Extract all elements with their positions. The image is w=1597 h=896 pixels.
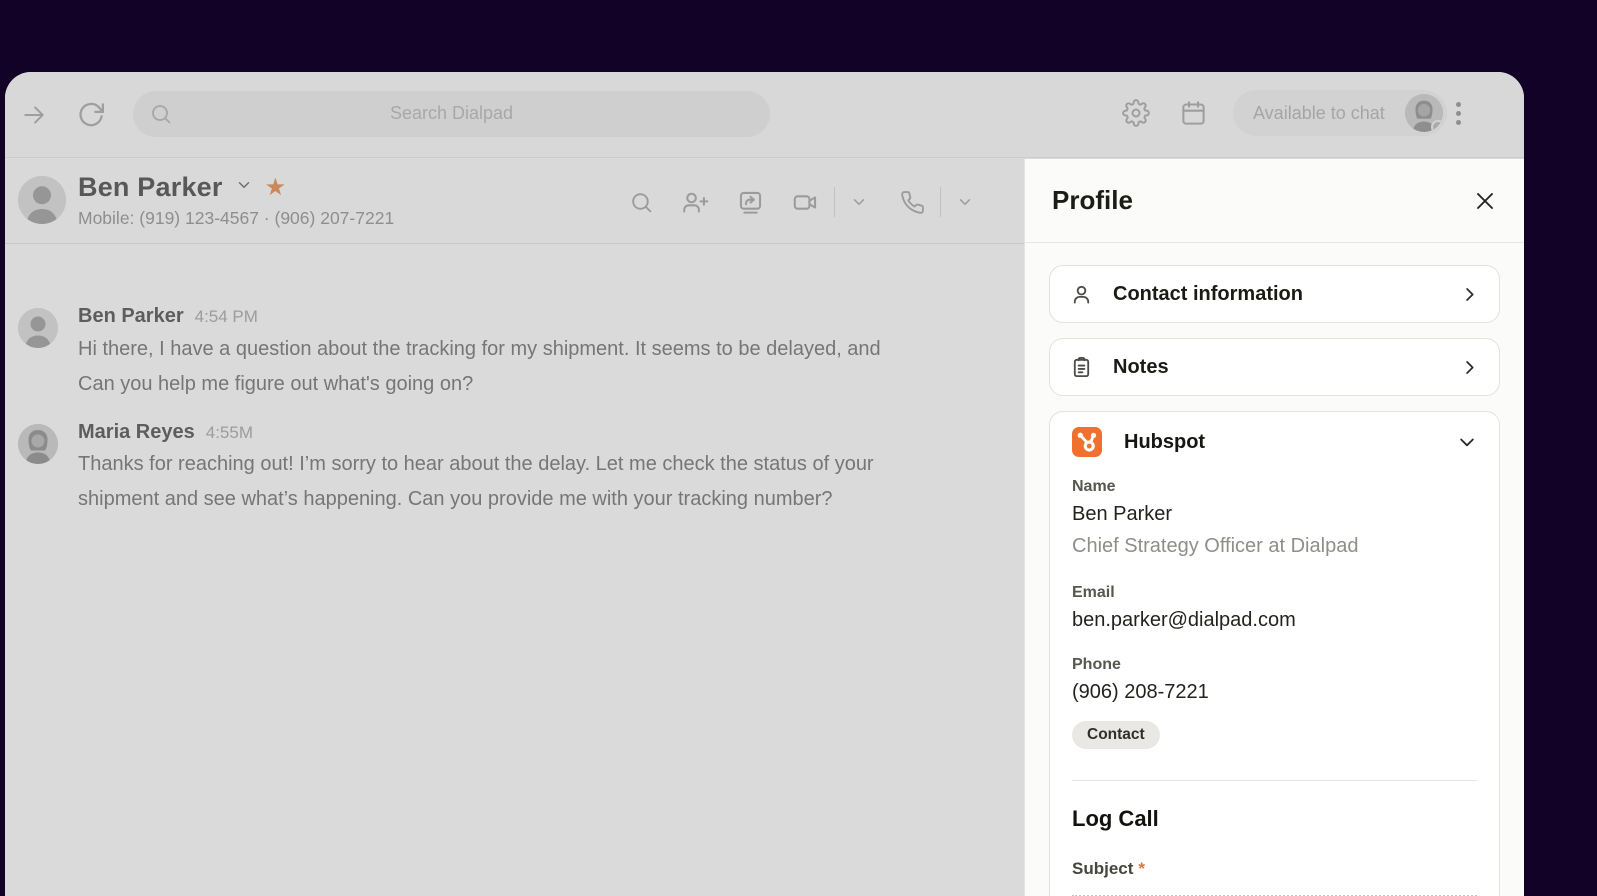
field-value-name: Ben Parker — [1072, 503, 1173, 525]
profile-panel-header: Profile — [1025, 159, 1524, 243]
app-window: Search Dialpad Available to chat Ben Par… — [5, 72, 1524, 896]
search-input[interactable]: Search Dialpad — [133, 91, 770, 137]
divider — [1072, 780, 1477, 781]
call-options-chevron-icon[interactable] — [956, 193, 974, 211]
overflow-menu-icon[interactable] — [1456, 102, 1461, 125]
subject-label: Subject — [1072, 859, 1134, 878]
chevron-down-icon[interactable] — [235, 176, 253, 199]
contact-phone-line: Mobile: (919) 123-4567 · (906) 207-7221 — [78, 208, 395, 228]
chevron-right-icon — [1460, 358, 1479, 377]
message-avatar — [18, 424, 58, 464]
video-options-chevron-icon[interactable] — [850, 193, 868, 211]
profile-panel: Profile Contact information Notes Hubspo… — [1024, 159, 1524, 896]
notes-card[interactable]: Notes — [1049, 338, 1500, 396]
chevron-right-icon — [1460, 285, 1479, 304]
panel-title: Profile — [1052, 185, 1133, 215]
contact-name[interactable]: Ben Parker — [78, 172, 223, 203]
availability-status-button[interactable]: Available to chat — [1233, 90, 1447, 136]
conversation-search-icon[interactable] — [629, 190, 654, 215]
message-time: 4:55M — [205, 423, 253, 442]
message-text: Hi there, I have a question about the tr… — [78, 338, 881, 360]
divider — [940, 187, 941, 217]
video-call-icon[interactable] — [792, 189, 819, 216]
required-marker: * — [1138, 859, 1146, 878]
favorite-star-icon[interactable]: ★ — [265, 175, 287, 200]
divider — [834, 187, 835, 217]
forward-arrow-icon[interactable] — [21, 102, 47, 128]
log-call-title: Log Call — [1072, 806, 1159, 831]
search-placeholder: Search Dialpad — [389, 103, 514, 123]
message-author: Maria Reyes — [78, 421, 195, 443]
current-user-avatar — [1405, 94, 1443, 132]
message-time: 4:54 PM — [194, 307, 258, 326]
message-text: Thanks for reaching out! I’m sorry to he… — [78, 453, 874, 475]
calendar-icon[interactable] — [1180, 100, 1207, 127]
hubspot-icon — [1072, 427, 1102, 457]
share-screen-icon[interactable] — [737, 189, 764, 216]
clipboard-icon — [1070, 356, 1093, 379]
message-header: Maria Reyes 4:55M — [78, 421, 253, 444]
availability-status-label: Available to chat — [1253, 103, 1385, 123]
field-label-phone: Phone — [1072, 656, 1121, 673]
field-label-email: Email — [1072, 584, 1115, 601]
top-bar: Search Dialpad Available to chat — [5, 72, 1524, 158]
chevron-down-icon[interactable] — [1457, 432, 1477, 452]
close-icon[interactable] — [1473, 189, 1497, 213]
message-author: Ben Parker — [78, 305, 184, 327]
contact-information-card[interactable]: Contact information — [1049, 265, 1500, 323]
presence-dot — [1431, 120, 1443, 132]
subject-label-row: Subject * — [1072, 859, 1477, 879]
message-avatar — [18, 308, 58, 348]
card-label: Contact information — [1113, 282, 1303, 305]
message-text: Can you help me figure out what's going … — [78, 373, 474, 395]
call-phone-icon[interactable] — [900, 190, 925, 215]
hubspot-title: Hubspot — [1124, 430, 1206, 453]
add-person-icon[interactable] — [682, 189, 709, 216]
message-header: Ben Parker 4:54 PM — [78, 305, 258, 328]
field-value-role: Chief Strategy Officer at Dialpad — [1072, 535, 1359, 557]
contact-avatar — [18, 176, 66, 224]
hubspot-card: Hubspot Name Ben Parker Chief Strategy O… — [1049, 411, 1500, 896]
card-label: Notes — [1113, 355, 1169, 378]
hubspot-card-header: Hubspot — [1072, 426, 1477, 458]
field-value-phone: (906) 208-7221 — [1072, 681, 1209, 703]
person-icon — [1070, 283, 1093, 306]
gear-icon[interactable] — [1122, 99, 1150, 127]
message-text: shipment and see what’s happening. Can y… — [78, 488, 833, 510]
refresh-icon[interactable] — [76, 100, 106, 130]
field-value-email: ben.parker@dialpad.com — [1072, 609, 1296, 631]
contact-actions — [629, 185, 974, 219]
field-label-name: Name — [1072, 478, 1116, 495]
contact-type-badge: Contact — [1072, 721, 1160, 749]
